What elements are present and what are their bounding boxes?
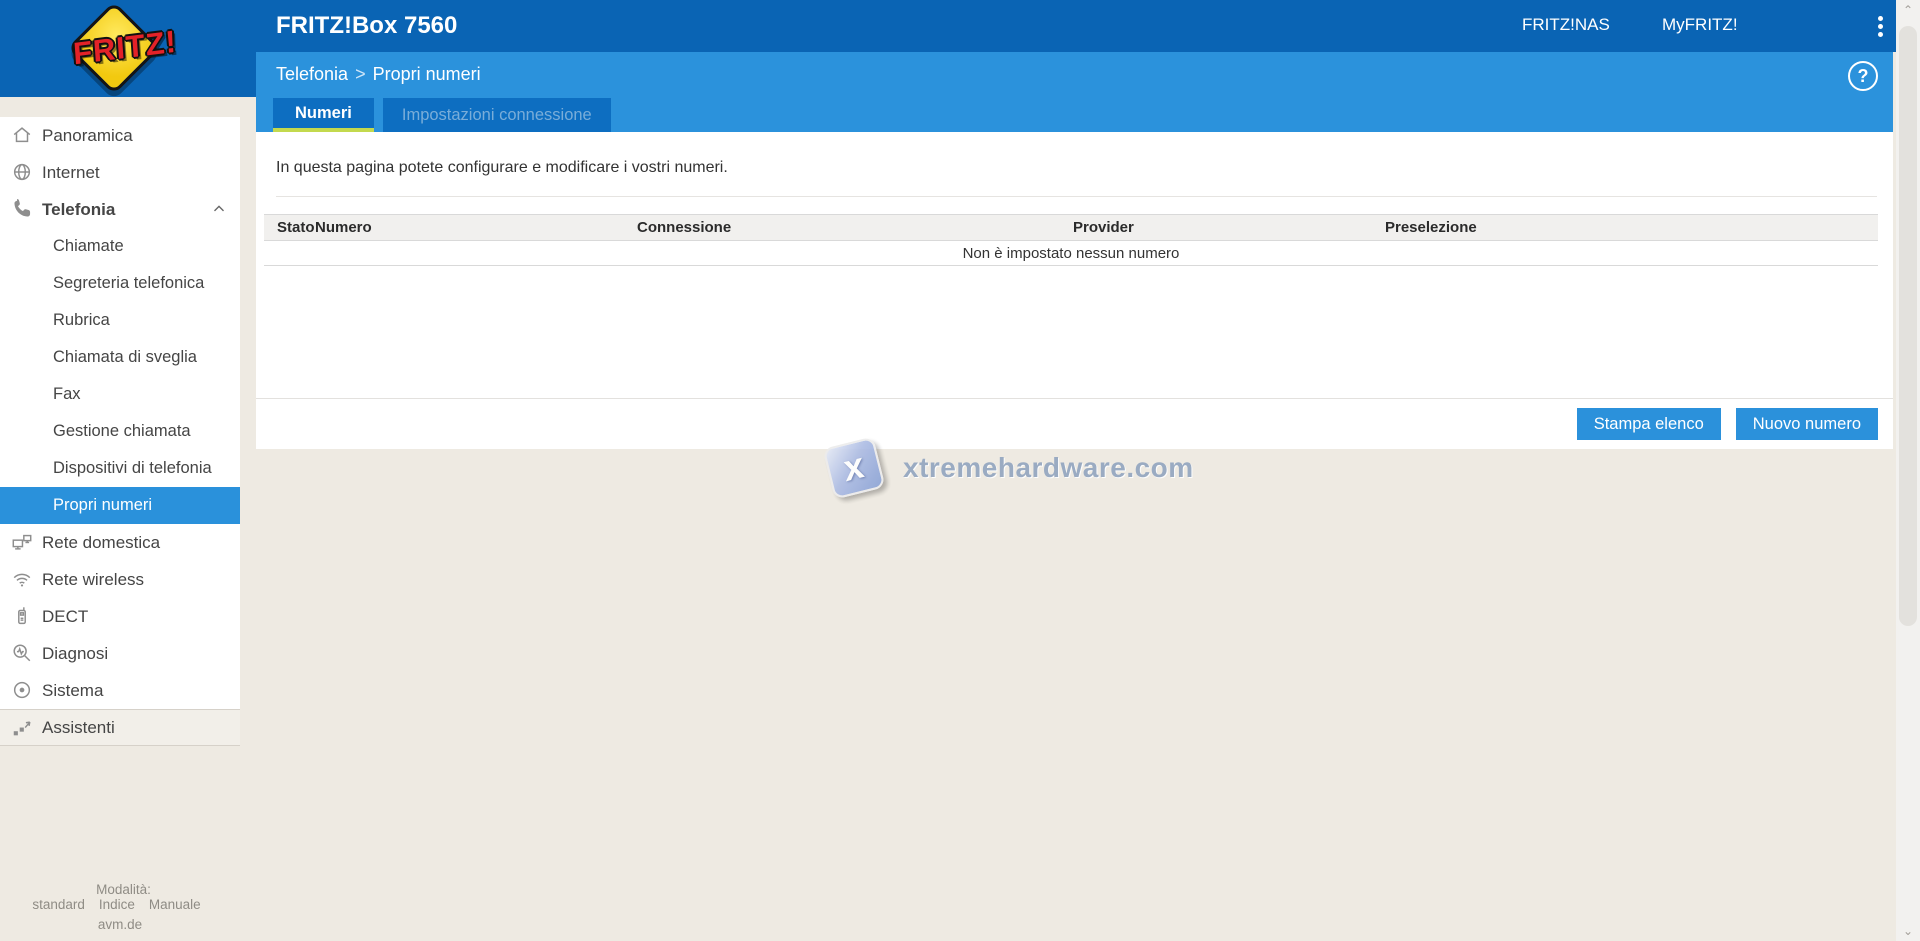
sidebar-item-assistenti[interactable]: Assistenti <box>0 709 240 746</box>
scroll-up-arrow-icon[interactable]: ⌃ <box>1896 2 1920 18</box>
column-header-provider: Provider <box>1073 215 1385 241</box>
scroll-down-arrow-icon[interactable]: ⌄ <box>1896 923 1920 939</box>
sidebar-subitem-fax[interactable]: Fax <box>0 376 240 413</box>
sidebar-item-label: Assistenti <box>42 718 115 738</box>
breadcrumb-separator: > <box>348 64 373 84</box>
phone-icon <box>11 198 33 220</box>
sidebar-item-label: Sistema <box>42 681 103 701</box>
kebab-menu-icon[interactable] <box>1876 16 1884 40</box>
page-footer: Modalità: standardIndiceManuale avm.de <box>0 882 240 932</box>
fritznas-link[interactable]: FRITZ!NAS <box>1522 15 1610 35</box>
tab-bar: Numeri Impostazioni connessione <box>273 98 620 132</box>
main-panel: Telefonia>Propri numeri ? Numeri Imposta… <box>256 52 1893 449</box>
sidebar-subitem-propri-numeri[interactable]: Propri numeri <box>0 487 240 524</box>
section-divider <box>276 196 1877 197</box>
sidebar-item-rete-wireless[interactable]: Rete wireless <box>0 561 240 598</box>
panel-header: Telefonia>Propri numeri ? Numeri Imposta… <box>256 52 1893 132</box>
device-title: FRITZ!Box 7560 <box>276 12 457 40</box>
breadcrumb-current-page: Propri numeri <box>373 64 481 84</box>
scrollbar-thumb[interactable] <box>1899 26 1917 626</box>
numbers-table: Stato Numero Connessione Provider Presel… <box>264 214 1878 266</box>
manual-link[interactable]: Manuale <box>149 897 201 912</box>
wifi-icon <box>11 568 33 590</box>
chevron-up-icon[interactable] <box>210 200 228 218</box>
home-icon <box>11 124 33 146</box>
sidebar-nav: Panoramica Internet Telefonia Chiamate S… <box>0 117 240 746</box>
watermark-text: xtremehardware.com <box>903 452 1194 484</box>
empty-state-text: Non è impostato nessun numero <box>264 241 1878 266</box>
watermark-x-glyph: x <box>828 440 880 493</box>
sidebar-item-sistema[interactable]: Sistema <box>0 672 240 709</box>
breadcrumb: Telefonia>Propri numeri <box>276 64 481 85</box>
wizard-icon <box>11 717 33 739</box>
myfritz-link[interactable]: MyFRITZ! <box>1662 15 1738 35</box>
sidebar-item-label: Telefonia <box>42 200 115 220</box>
system-icon <box>11 679 33 701</box>
sidebar-item-internet[interactable]: Internet <box>0 154 240 191</box>
panel-body: In questa pagina potete configurare e mo… <box>256 132 1893 449</box>
vertical-scrollbar[interactable]: ⌃ ⌄ <box>1896 0 1920 941</box>
tab-impostazioni-connessione[interactable]: Impostazioni connessione <box>383 98 611 132</box>
sidebar-item-label: Internet <box>42 163 100 183</box>
stampa-elenco-button[interactable]: Stampa elenco <box>1577 408 1721 440</box>
intro-text: In questa pagina potete configurare e mo… <box>256 132 1893 177</box>
column-header-numero: Numero <box>315 215 637 241</box>
column-header-connessione: Connessione <box>637 215 1073 241</box>
sidebar-item-label: Rete wireless <box>42 570 144 590</box>
sidebar-subitem-rubrica[interactable]: Rubrica <box>0 302 240 339</box>
sidebar-subitem-dispositivi-di-telefonia[interactable]: Dispositivi di telefonia <box>0 450 240 487</box>
network-icon <box>11 531 33 553</box>
globe-icon <box>11 161 33 183</box>
sidebar-item-telefonia[interactable]: Telefonia <box>0 191 240 228</box>
sidebar-item-diagnosi[interactable]: Diagnosi <box>0 635 240 672</box>
sidebar-item-label: DECT <box>42 607 88 627</box>
index-link[interactable]: Indice <box>99 897 135 912</box>
column-header-stato: Stato <box>264 215 315 241</box>
sidebar-subitem-segreteria[interactable]: Segreteria telefonica <box>0 265 240 302</box>
sidebar-subitem-chiamate[interactable]: Chiamate <box>0 228 240 265</box>
sidebar-item-panoramica[interactable]: Panoramica <box>0 117 240 154</box>
nuovo-numero-button[interactable]: Nuovo numero <box>1736 408 1878 440</box>
sidebar-subitem-gestione-chiamata[interactable]: Gestione chiamata <box>0 413 240 450</box>
help-icon[interactable]: ? <box>1848 61 1878 91</box>
handset-icon <box>11 605 33 627</box>
avm-link[interactable]: avm.de <box>0 917 240 932</box>
top-header-bar: FRITZ!Box 7560 FRITZ!NAS MyFRITZ! <box>0 0 1896 52</box>
sidebar-item-dect[interactable]: DECT <box>0 598 240 635</box>
sidebar-item-label: Diagnosi <box>42 644 108 664</box>
breadcrumb-telefonia-link[interactable]: Telefonia <box>276 64 348 84</box>
fritz-logo-text: FRITZ! <box>63 23 187 74</box>
sidebar-item-label: Rete domestica <box>42 533 160 553</box>
tab-numeri[interactable]: Numeri <box>273 98 374 132</box>
table-empty-row: Non è impostato nessun numero <box>264 241 1878 266</box>
xtremehardware-logo-icon: x <box>822 436 885 499</box>
sidebar-subitem-chiamata-di-sveglia[interactable]: Chiamata di sveglia <box>0 339 240 376</box>
sidebar-item-rete-domestica[interactable]: Rete domestica <box>0 524 240 561</box>
table-header-row: Stato Numero Connessione Provider Presel… <box>264 215 1878 241</box>
watermark: x xtremehardware.com <box>828 442 1194 494</box>
column-header-preselezione: Preselezione <box>1385 215 1878 241</box>
diagnosis-icon <box>11 642 33 664</box>
logo-block: FRITZ! <box>0 0 256 97</box>
sidebar-item-label: Panoramica <box>42 126 133 146</box>
